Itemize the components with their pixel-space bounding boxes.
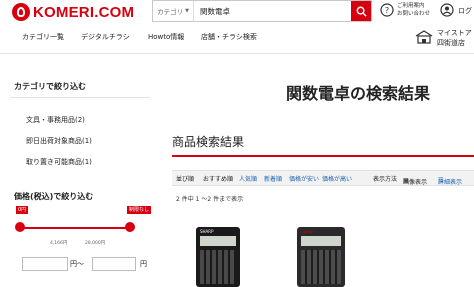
category-filter-stationery[interactable]: 文具・事務用品(2): [26, 115, 85, 125]
view-detail-label: 詳細表示: [438, 179, 463, 186]
help-icon[interactable]: ?: [380, 3, 394, 17]
category-filter-title: カテゴリで絞り込む: [14, 82, 86, 91]
price-slider-track[interactable]: [20, 227, 130, 229]
nav-item-categories[interactable]: カテゴリ一覧: [22, 32, 64, 42]
help-link[interactable]: ご利用案内 お問い合わせ: [397, 2, 430, 18]
calculator-keys: [200, 250, 236, 284]
price-yen-end: 円: [140, 260, 147, 268]
main-nav: カテゴリ一覧 デジタルチラシ Howto情報 店舗・チラシ検索: [0, 28, 474, 48]
calculator-screen: [200, 236, 236, 246]
logo-text: KOMERI.COM: [33, 3, 135, 21]
search-bar: カテゴリ ▼: [152, 0, 372, 22]
my-store-name: 四街道店: [437, 39, 465, 47]
price-tick-1: 4,166円: [50, 241, 68, 246]
header-divider: [0, 53, 474, 54]
calculator-screen: [301, 236, 341, 246]
login-link[interactable]: ログ: [458, 6, 472, 16]
category-filter-same-day[interactable]: 即日出荷対象商品(1): [26, 136, 92, 146]
user-icon[interactable]: [440, 3, 454, 17]
category-filter-reservable[interactable]: 取り置き可能商品(1): [26, 157, 92, 167]
view-image-label: 画像表示: [403, 179, 428, 186]
search-category-select[interactable]: カテゴリ ▼: [153, 1, 194, 21]
nav-item-howto[interactable]: Howto情報: [148, 32, 184, 42]
calculator-keys: [301, 250, 341, 284]
product-image-canon-calculator[interactable]: Canon: [297, 227, 345, 287]
sort-newest[interactable]: 新着順: [264, 174, 282, 183]
search-input[interactable]: [194, 1, 351, 21]
sort-price-low[interactable]: 価格が安い: [289, 174, 319, 183]
komeri-logo[interactable]: KOMERI.COM: [12, 3, 134, 21]
section-title: 商品検索結果: [172, 135, 245, 149]
product-brand-canon: Canon: [301, 229, 314, 234]
sort-recommended[interactable]: おすすめ順: [203, 174, 233, 183]
search-category-label: カテゴリ: [157, 8, 184, 16]
chevron-down-icon: ▼: [185, 8, 189, 14]
price-slider-max-handle[interactable]: [125, 222, 135, 232]
price-min-input[interactable]: [22, 257, 68, 271]
page-title: 関数電卓の検索結果: [286, 84, 431, 103]
search-icon: [356, 6, 367, 17]
display-label: 表示方法: [373, 176, 398, 183]
site-header: KOMERI.COM カテゴリ ▼ ? ご利用案内 お問い合わせ ログ: [0, 0, 474, 24]
search-button[interactable]: [351, 1, 371, 21]
nav-item-digital-flyer[interactable]: デジタルチラシ: [81, 32, 130, 42]
help-line2: お問い合わせ: [397, 11, 431, 17]
product-image-sharp-calculator[interactable]: SHARP: [196, 227, 240, 287]
logo-mark-icon: [12, 3, 30, 21]
help-line1: ご利用案内: [397, 3, 425, 9]
store-icon: [415, 30, 433, 44]
filter-divider: [10, 97, 150, 98]
sort-label: 並び順: [176, 176, 195, 183]
svg-text:?: ?: [385, 6, 389, 15]
price-filter-title: 価格(税込)で絞り込む: [14, 192, 94, 201]
sort-price-high[interactable]: 価格が高い: [322, 174, 352, 183]
price-max-input[interactable]: [92, 257, 136, 271]
nav-item-store-search[interactable]: 店舗・チラシ検索: [201, 32, 257, 42]
price-min-flag: 0円: [16, 206, 29, 214]
my-store-label: マイストア: [437, 29, 472, 37]
product-brand-sharp: SHARP: [200, 229, 214, 234]
sort-bar: 並び順 おすすめ順 人気順 新着順 価格が安い 価格が高い 表示方法 ▦ 画像表…: [172, 170, 474, 186]
sort-popular[interactable]: 人気順: [239, 174, 257, 183]
section-underline: [172, 155, 474, 157]
price-slider-min-handle[interactable]: [15, 222, 25, 232]
result-count: 2 件中 1 〜2 件まで表示: [176, 196, 244, 203]
price-max-flag: 制限なし: [127, 206, 152, 214]
price-tick-2: 28,000円: [85, 241, 106, 246]
price-yen-mid: 円〜: [70, 260, 84, 268]
